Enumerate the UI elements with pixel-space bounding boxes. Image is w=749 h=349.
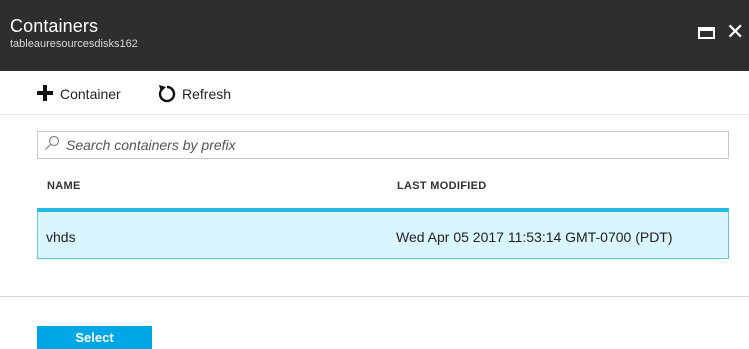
container-name-cell: vhds bbox=[46, 229, 76, 245]
blade-title: Containers bbox=[10, 16, 99, 36]
select-button[interactable]: Select bbox=[37, 326, 152, 349]
blade-header: Containers tableauresourcesdisks162 ✕ bbox=[0, 0, 749, 71]
command-bar: Container Refresh bbox=[0, 71, 749, 115]
table-row[interactable]: vhds Wed Apr 05 2017 11:53:14 GMT-0700 (… bbox=[37, 208, 729, 259]
close-icon[interactable]: ✕ bbox=[726, 21, 746, 43]
add-container-button[interactable]: Container bbox=[36, 84, 121, 104]
refresh-icon bbox=[158, 83, 176, 106]
column-header-last-modified[interactable]: LAST MODIFIED bbox=[397, 180, 486, 192]
search-input[interactable] bbox=[66, 133, 706, 157]
search-box bbox=[37, 131, 729, 159]
maximize-icon[interactable] bbox=[698, 27, 715, 39]
footer-divider bbox=[0, 296, 749, 297]
refresh-label: Refresh bbox=[182, 86, 232, 102]
plus-icon bbox=[36, 84, 54, 105]
search-icon bbox=[44, 135, 60, 156]
last-modified-cell: Wed Apr 05 2017 11:53:14 GMT-0700 (PDT) bbox=[396, 229, 673, 245]
blade-subtitle: tableauresourcesdisks162 bbox=[10, 38, 138, 50]
refresh-button[interactable]: Refresh bbox=[158, 84, 231, 104]
column-header-name[interactable]: NAME bbox=[47, 180, 81, 192]
add-container-label: Container bbox=[60, 86, 121, 102]
